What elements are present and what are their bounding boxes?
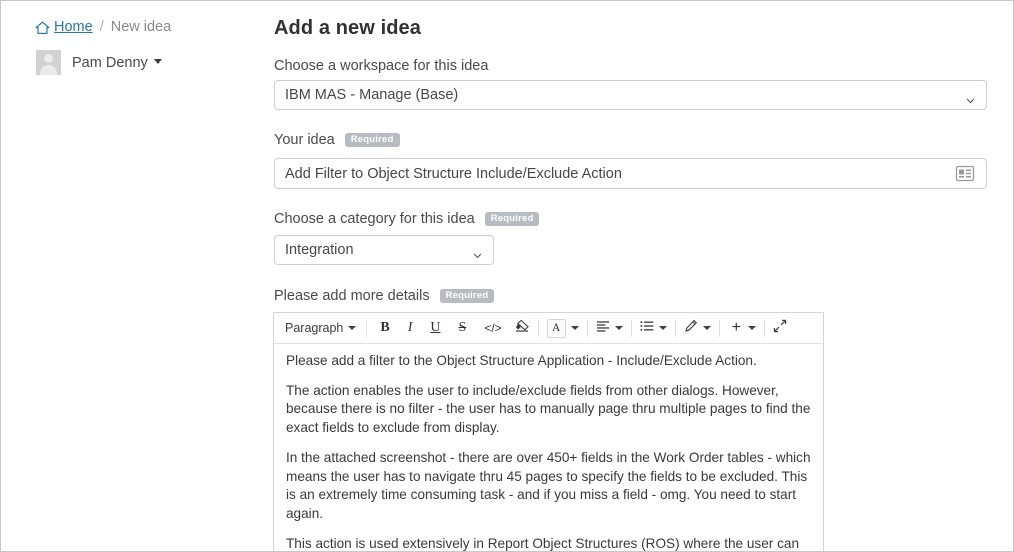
idea-label: Your idea Required	[274, 132, 400, 148]
details-label: Please add more details Required	[274, 288, 495, 304]
chevron-down-icon[interactable]	[658, 326, 667, 330]
home-icon	[35, 21, 50, 35]
underline-icon: U	[430, 320, 441, 335]
breadcrumb-home-link[interactable]: Home	[54, 19, 93, 35]
text-color-button[interactable]: A	[543, 317, 583, 339]
chevron-down-icon[interactable]	[748, 326, 757, 330]
toolbar-divider	[674, 319, 676, 337]
toolbar-divider	[586, 319, 588, 337]
align-left-icon	[596, 319, 610, 337]
strikethrough-icon: S	[458, 320, 467, 335]
toolbar-divider	[366, 319, 368, 337]
user-avatar-icon	[36, 50, 61, 75]
workspace-label-text: Choose a workspace for this idea	[274, 58, 489, 74]
block-format-label: Paragraph	[285, 321, 344, 335]
workspace-selected-value: IBM MAS - Manage (Base)	[285, 87, 459, 103]
editor-paragraph: This action is used extensively in Repor…	[286, 535, 800, 551]
card-list-icon[interactable]	[955, 165, 975, 182]
breadcrumb: Home / New idea	[35, 19, 171, 35]
text-color-icon: A	[546, 318, 566, 338]
chevron-down-icon[interactable]	[614, 326, 623, 330]
italic-button[interactable]: I	[399, 317, 422, 339]
toolbar-divider	[630, 319, 632, 337]
bold-icon: B	[380, 320, 390, 335]
page-root: Home / New idea Pam Denny Add a new idea…	[0, 0, 1014, 552]
category-select[interactable]: Integration	[274, 235, 494, 265]
chevron-down-icon	[473, 247, 482, 259]
plus-icon: +	[731, 319, 742, 336]
editor-paragraph: In the attached screenshot - there are o…	[286, 449, 811, 521]
workspace-label: Choose a workspace for this idea	[274, 58, 488, 74]
code-button[interactable]: </>	[475, 317, 510, 339]
user-menu[interactable]: Pam Denny	[36, 50, 162, 75]
idea-input[interactable]	[275, 159, 955, 188]
insert-button[interactable]: +	[724, 317, 760, 339]
category-label: Choose a category for this idea Required	[274, 211, 540, 227]
caret-down-icon[interactable]	[153, 59, 162, 64]
editor-content[interactable]: Please add a filter to the Object Struct…	[274, 344, 823, 551]
editor-paragraph: The action enables the user to include/e…	[286, 382, 811, 436]
chevron-down-icon	[966, 92, 975, 104]
clear-formatting-button[interactable]	[511, 317, 534, 339]
chevron-down-icon	[348, 326, 357, 330]
category-selected-value: Integration	[285, 242, 354, 258]
category-label-text: Choose a category for this idea	[274, 211, 475, 227]
clear-formatting-icon	[515, 319, 530, 337]
user-name: Pam Denny	[72, 54, 148, 71]
block-format-dropdown[interactable]: Paragraph	[277, 317, 362, 339]
chevron-down-icon[interactable]	[702, 326, 711, 330]
left-column: Home / New idea Pam Denny	[1, 1, 263, 551]
required-badge: Required	[439, 288, 495, 304]
details-label-text: Please add more details	[274, 288, 430, 304]
bullet-list-icon	[640, 319, 654, 337]
toolbar-divider	[718, 319, 720, 337]
idea-label-text: Your idea	[274, 132, 335, 148]
workspace-select[interactable]: IBM MAS - Manage (Base)	[274, 80, 987, 110]
rich-text-editor: Paragraph B I U S </> A + Please add a f…	[273, 312, 824, 551]
list-button[interactable]	[636, 317, 671, 339]
editor-toolbar: Paragraph B I U S </> A +	[274, 313, 823, 344]
toolbar-divider	[764, 319, 766, 337]
editor-paragraph: Please add a filter to the Object Struct…	[286, 353, 757, 368]
align-button[interactable]	[592, 317, 627, 339]
idea-input-wrapper[interactable]	[274, 158, 987, 189]
page-title: Add a new idea	[274, 17, 421, 39]
chevron-down-icon[interactable]	[570, 326, 579, 330]
expand-arrows-icon	[773, 319, 787, 338]
code-icon: </>	[484, 321, 502, 335]
strikethrough-button[interactable]: S	[450, 317, 476, 339]
pen-button[interactable]	[680, 317, 715, 339]
breadcrumb-separator: /	[99, 19, 104, 35]
required-badge: Required	[344, 132, 400, 148]
main-form: Add a new idea Choose a workspace for th…	[263, 1, 1013, 551]
required-badge: Required	[484, 211, 540, 227]
italic-icon: I	[407, 320, 413, 335]
bold-button[interactable]: B	[371, 317, 398, 339]
breadcrumb-current: New idea	[110, 19, 172, 35]
toolbar-divider	[537, 319, 539, 337]
fullscreen-button[interactable]	[769, 317, 791, 339]
pencil-icon	[684, 319, 698, 338]
underline-button[interactable]: U	[421, 317, 449, 339]
